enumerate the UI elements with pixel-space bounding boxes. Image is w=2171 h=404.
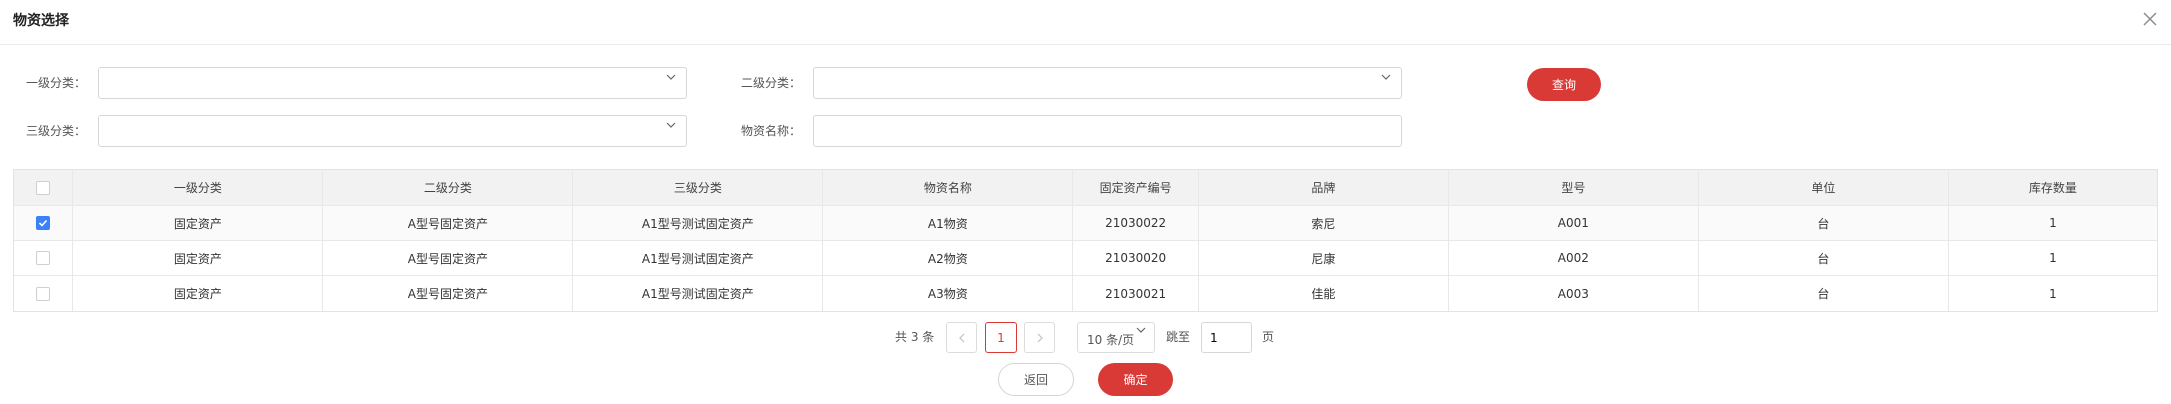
cell-unit: 台 (1699, 276, 1949, 311)
dialog-title: 物资选择 (13, 13, 69, 29)
page-unit-label: 页 (1262, 330, 1275, 344)
row-checkbox[interactable] (36, 251, 51, 265)
chevron-left-icon (958, 333, 964, 342)
prev-page-button[interactable] (946, 322, 977, 353)
cell-level3: A1型号测试固定资产 (573, 276, 824, 311)
level2-select[interactable] (813, 67, 1402, 99)
cell-level2: A型号固定资产 (323, 241, 574, 275)
level1-select[interactable] (98, 67, 687, 99)
cell-level3: A1型号测试固定资产 (573, 241, 824, 275)
chevron-down-icon (666, 122, 676, 128)
table-header-row: 一级分类 二级分类 三级分类 物资名称 固定资产编号 品牌 型号 单位 库存数量 (14, 170, 2157, 206)
chevron-down-icon (666, 74, 676, 80)
level3-select[interactable] (98, 115, 687, 147)
col-level2: 二级分类 (323, 170, 574, 205)
cell-unit: 台 (1699, 241, 1949, 275)
cell-level1: 固定资产 (73, 241, 324, 275)
cell-material-name: A1物资 (823, 206, 1074, 240)
col-model: 型号 (1449, 170, 1699, 205)
level3-label: 三级分类： (26, 124, 87, 138)
cell-model: A003 (1449, 276, 1699, 311)
page-size-value: 10 条/页 (1087, 333, 1135, 347)
cell-stock: 1 (2049, 286, 2057, 301)
cell-brand: 尼康 (1199, 241, 1449, 275)
table-row[interactable]: 固定资产 A型号固定资产 A1型号测试固定资产 A2物资 21030020 尼康… (14, 241, 2157, 276)
col-asset-number: 固定资产编号 (1073, 170, 1199, 205)
col-brand: 品牌 (1199, 170, 1449, 205)
next-page-button[interactable] (1024, 322, 1055, 353)
cell-material-name: A2物资 (823, 241, 1074, 275)
table-row[interactable]: 固定资产 A型号固定资产 A1型号测试固定资产 A3物资 21030021 佳能… (14, 276, 2157, 311)
chevron-right-icon (1037, 333, 1043, 342)
material-name-label: 物资名称： (741, 124, 802, 138)
confirm-button[interactable]: 确定 (1098, 363, 1173, 396)
cell-level2: A型号固定资产 (323, 206, 574, 240)
page-size-select[interactable]: 10 条/页 (1077, 322, 1155, 353)
total-count: 共 3 条 (895, 330, 935, 344)
cell-stock: 1 (2049, 216, 2057, 230)
page-1-button[interactable]: 1 (985, 322, 1017, 353)
cell-stock: 1 (2049, 251, 2057, 265)
cell-brand: 佳能 (1199, 276, 1449, 311)
cell-brand: 索尼 (1199, 206, 1449, 240)
cell-level1: 固定资产 (73, 276, 324, 311)
material-name-input[interactable] (813, 115, 1402, 147)
cell-model: A002 (1449, 241, 1699, 275)
level2-label: 二级分类： (741, 76, 802, 90)
col-level1: 一级分类 (73, 170, 324, 205)
cell-level3: A1型号测试固定资产 (573, 206, 824, 240)
cell-model: A001 (1449, 206, 1699, 240)
cell-asset-number: 21030021 (1073, 276, 1199, 311)
check-icon (39, 219, 48, 227)
chevron-down-icon (1136, 327, 1146, 333)
cell-material-name: A3物资 (823, 276, 1074, 311)
cell-level2: A型号固定资产 (323, 276, 574, 311)
level1-label: 一级分类： (26, 76, 87, 90)
select-all-cell (14, 170, 74, 205)
query-button[interactable]: 查询 (1527, 68, 1601, 101)
col-stock: 库存数量 (2028, 181, 2077, 195)
close-icon[interactable] (2139, 8, 2161, 30)
chevron-down-icon (1381, 74, 1391, 80)
select-all-checkbox[interactable] (36, 180, 51, 195)
col-material-name: 物资名称 (823, 170, 1074, 205)
row-checkbox[interactable] (36, 286, 51, 301)
col-unit: 单位 (1699, 170, 1949, 205)
cell-asset-number: 21030020 (1073, 241, 1199, 275)
cell-unit: 台 (1699, 206, 1949, 240)
cell-level1: 固定资产 (73, 206, 324, 240)
jump-page-input[interactable] (1201, 322, 1252, 353)
back-button[interactable]: 返回 (998, 363, 1074, 396)
row-checkbox[interactable] (36, 216, 51, 230)
table-row[interactable]: 固定资产 A型号固定资产 A1型号测试固定资产 A1物资 21030022 索尼… (14, 206, 2157, 241)
jump-label: 跳至 (1166, 330, 1191, 344)
material-table: 一级分类 二级分类 三级分类 物资名称 固定资产编号 品牌 型号 单位 库存数量… (13, 169, 2158, 312)
dialog-header: 物资选择 (0, 0, 2171, 45)
cell-asset-number: 21030022 (1073, 206, 1199, 240)
col-level3: 三级分类 (573, 170, 824, 205)
